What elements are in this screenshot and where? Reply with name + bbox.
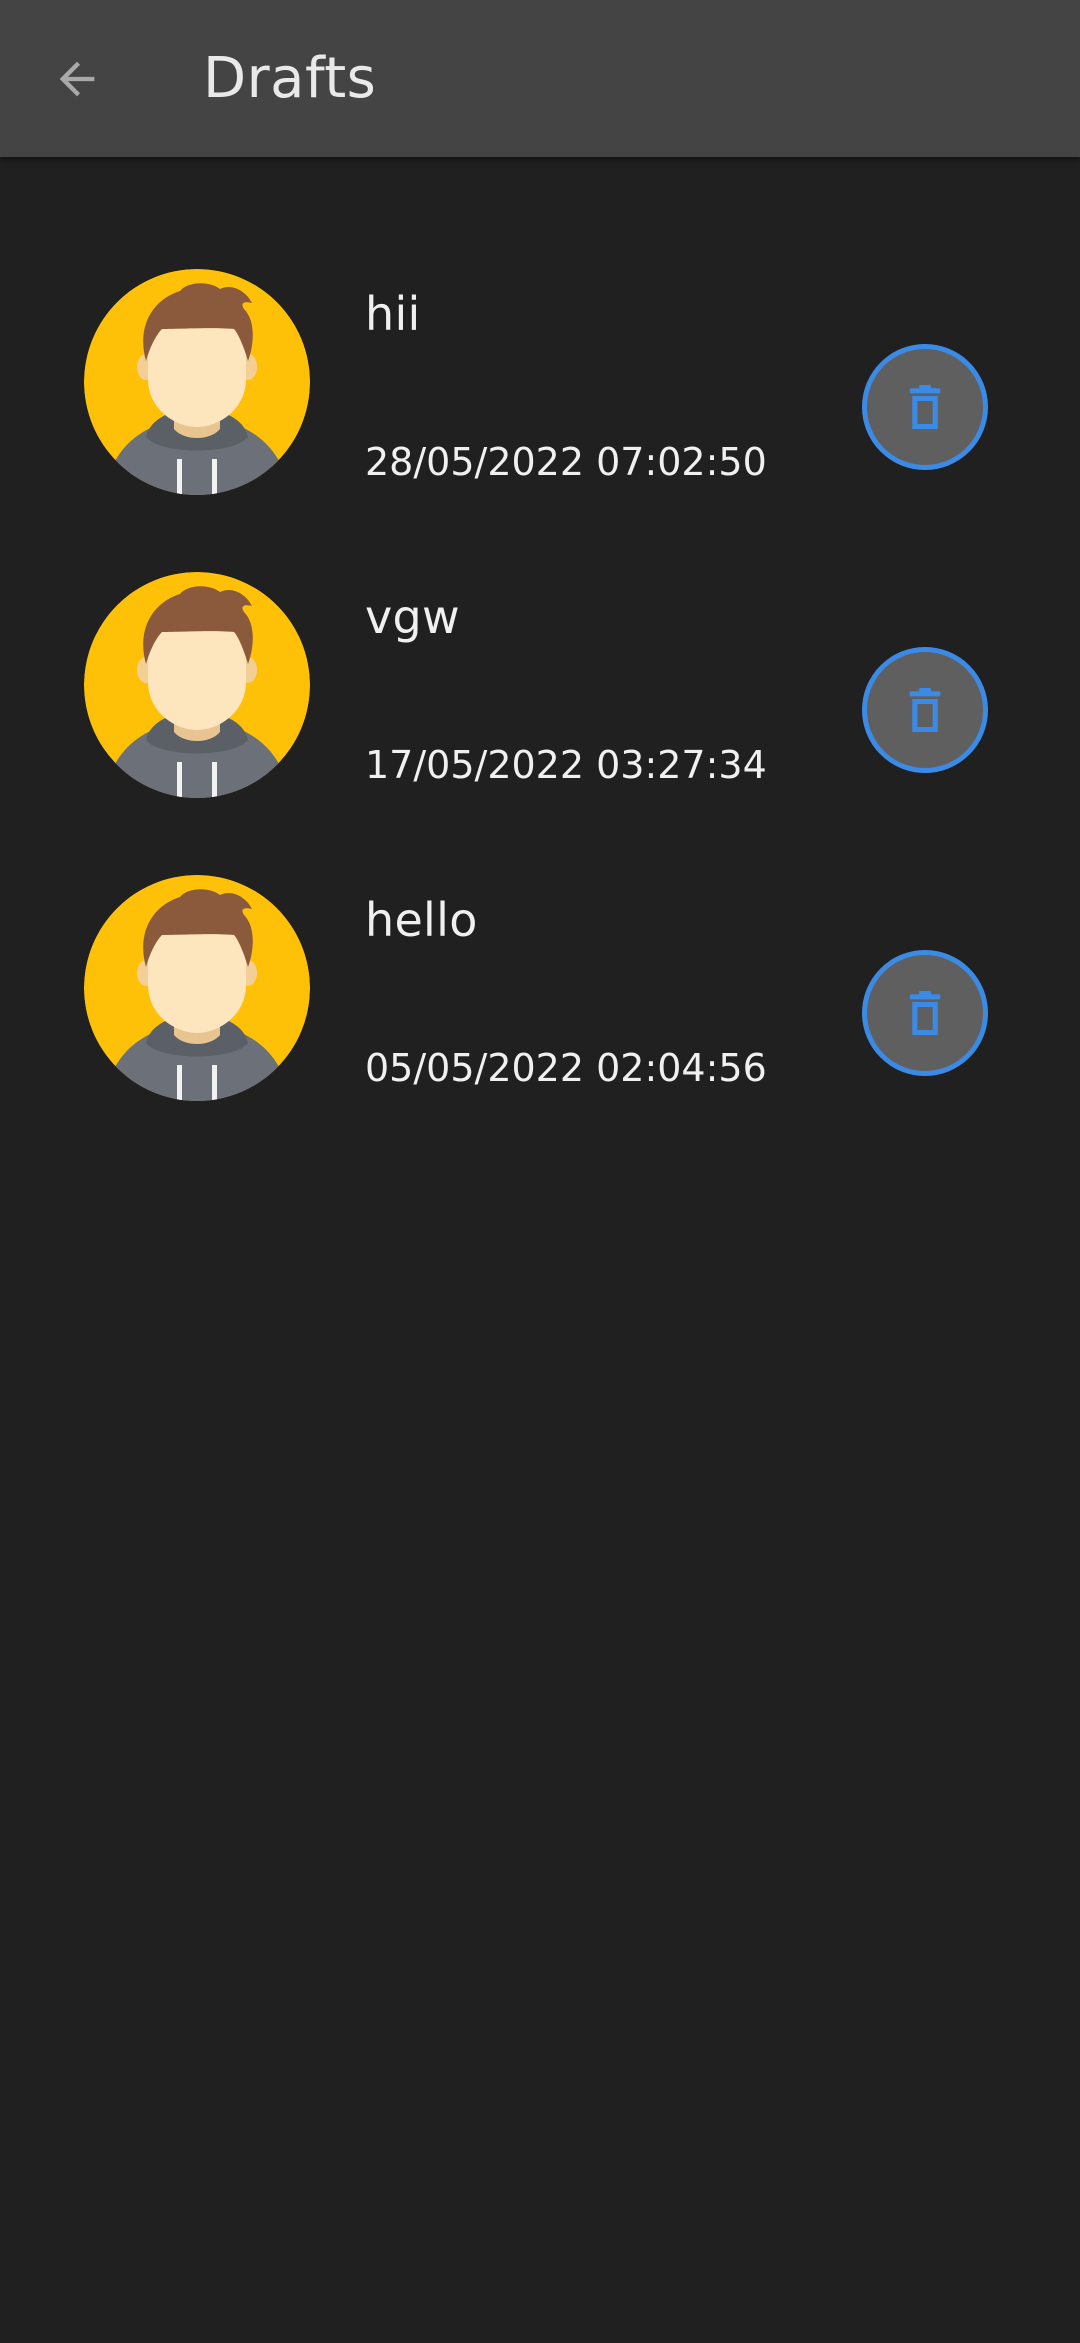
delete-draft-button[interactable]: [862, 344, 988, 470]
back-button[interactable]: [30, 34, 124, 124]
user-avatar-icon: [84, 875, 310, 1101]
draft-list-item[interactable]: hello 05/05/2022 02:04:56: [0, 763, 1080, 1066]
draft-name: hello: [365, 893, 478, 947]
top-app-bar: Drafts: [0, 0, 1080, 157]
trash-icon: [908, 990, 942, 1036]
draft-name: vgw: [365, 590, 460, 644]
delete-draft-button[interactable]: [862, 647, 988, 773]
trash-icon: [908, 384, 942, 430]
draft-name: hii: [365, 287, 421, 341]
draft-timestamp: 05/05/2022 02:04:56: [365, 1046, 767, 1090]
arrow-left-icon: [59, 61, 95, 97]
draft-list-item[interactable]: hii 28/05/2022 07:02:50: [0, 157, 1080, 460]
trash-icon: [908, 687, 942, 733]
delete-draft-button[interactable]: [862, 950, 988, 1076]
draft-list-item[interactable]: vgw 17/05/2022 03:27:34: [0, 460, 1080, 763]
page-title: Drafts: [203, 46, 377, 111]
